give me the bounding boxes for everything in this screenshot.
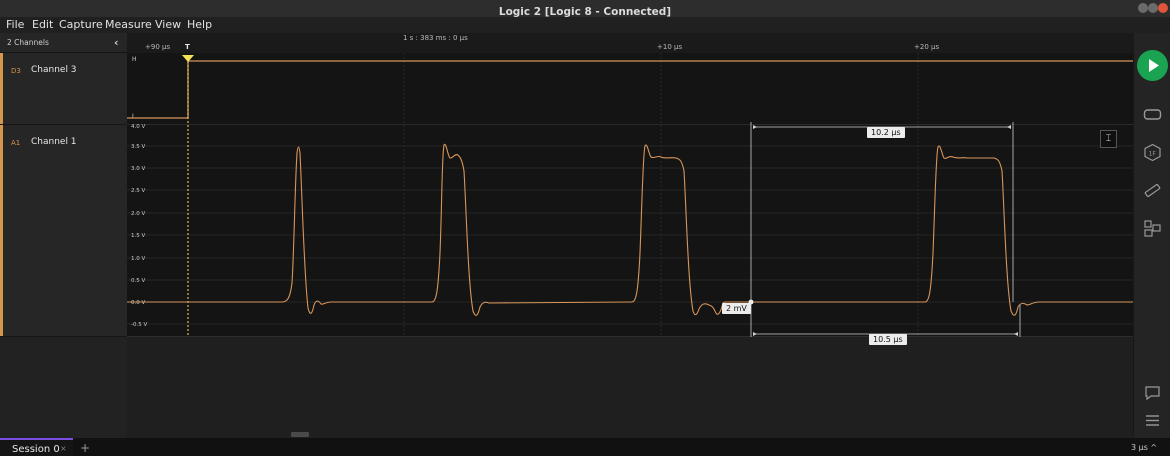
digital-high-label: H (132, 56, 137, 63)
measure-icon[interactable] (1143, 181, 1162, 200)
channels-header: 2 Channels ‹ (0, 33, 127, 53)
y-tick: -0.5 V (131, 322, 147, 328)
digital-low-label: L (132, 113, 136, 120)
close-session-icon[interactable]: × (60, 444, 67, 453)
extensions-icon[interactable]: 1F (1143, 143, 1162, 162)
feedback-icon[interactable] (1143, 383, 1162, 402)
y-tick: 1.5 V (131, 233, 145, 239)
menu-file[interactable]: File (6, 17, 24, 33)
timing-markers-icon[interactable] (1143, 219, 1162, 238)
digital-trace (127, 60, 1133, 119)
svg-text:1F: 1F (1149, 151, 1157, 158)
channel-sidebar: 2 Channels ‹ D3 Channel 3 A1 Channel 1 (0, 33, 127, 438)
trigger-marker-label: T (185, 43, 190, 51)
y-tick: 3.5 V (131, 144, 145, 150)
minimize-button[interactable] (1138, 3, 1148, 13)
channel-color-stripe (0, 125, 3, 336)
channel-count: 2 Channels (7, 38, 49, 47)
time-tick: +90 μs (145, 43, 171, 51)
y-tick: 0.0 V (131, 300, 145, 306)
channel-tag: A1 (11, 139, 21, 147)
menu-measure[interactable]: Measure (105, 17, 152, 33)
absolute-time: 1 s : 383 ms : 0 μs (403, 34, 468, 42)
menu-icon[interactable] (1143, 411, 1162, 430)
menu-help[interactable]: Help (187, 17, 212, 33)
menu-view[interactable]: View (155, 17, 181, 33)
empty-channel-area (127, 337, 1133, 438)
session-tab-label[interactable]: Session 0 (12, 444, 60, 455)
menu-edit[interactable]: Edit (32, 17, 53, 33)
channel-row-d3[interactable]: D3 Channel 3 (0, 53, 127, 125)
waveform-canvas: H L 4.0 V 3.5 V 3.0 V 2.5 V 2.0 V 1.5 V … (127, 53, 1133, 337)
chevron-left-icon[interactable]: ‹ (114, 36, 119, 49)
time-tick: +20 μs (914, 43, 940, 51)
y-tick: 1.0 V (131, 256, 145, 262)
waveform-viewer[interactable]: 1 s : 383 ms : 0 μs +90 μs +10 μs +20 μs… (127, 33, 1133, 438)
play-icon (1149, 59, 1159, 72)
y-tick: 2.0 V (131, 211, 145, 217)
horizontal-scrollbar[interactable] (291, 432, 309, 437)
session-tab[interactable]: Session 0 × (0, 438, 73, 456)
menu-bar: File Edit Capture Measure View Help (0, 17, 1170, 33)
title-bar: Logic 2 [Logic 8 - Connected] (0, 0, 1170, 18)
close-button[interactable] (1158, 3, 1168, 13)
cursor-value-label[interactable]: 2 mV (722, 303, 751, 314)
play-button[interactable] (1137, 50, 1168, 81)
time-tick: +10 μs (657, 43, 683, 51)
status-bar: Session 0 × + 3 μs ^ (0, 438, 1170, 456)
analog-trace (127, 143, 1133, 316)
y-tick: 3.0 V (131, 166, 145, 172)
analyzers-icon[interactable] (1143, 105, 1162, 124)
zoom-level[interactable]: 3 μs ^ (1131, 443, 1157, 452)
y-tick: 4.0 V (131, 124, 145, 130)
measurement-top-label[interactable]: 10.2 μs (867, 127, 905, 138)
menu-capture[interactable]: Capture (59, 17, 103, 33)
timeline-ruler[interactable]: 1 s : 383 ms : 0 μs +90 μs +10 μs +20 μs… (127, 33, 1133, 53)
channel-color-stripe (0, 53, 3, 124)
right-tool-panel: 1F (1133, 33, 1170, 438)
channel-name[interactable]: Channel 1 (31, 137, 77, 147)
y-tick: 2.5 V (131, 188, 145, 194)
channel-row-a1[interactable]: A1 Channel 1 (0, 125, 127, 337)
add-session-button[interactable]: + (80, 441, 90, 455)
measurement-bottom-label[interactable]: 10.5 μs (869, 334, 907, 345)
channel-tag: D3 (11, 67, 21, 75)
channel-name[interactable]: Channel 3 (31, 65, 77, 75)
y-tick: 0.5 V (131, 278, 145, 284)
vertical-scale-icon[interactable]: ⌶ (1100, 130, 1117, 148)
maximize-button[interactable] (1148, 3, 1158, 13)
